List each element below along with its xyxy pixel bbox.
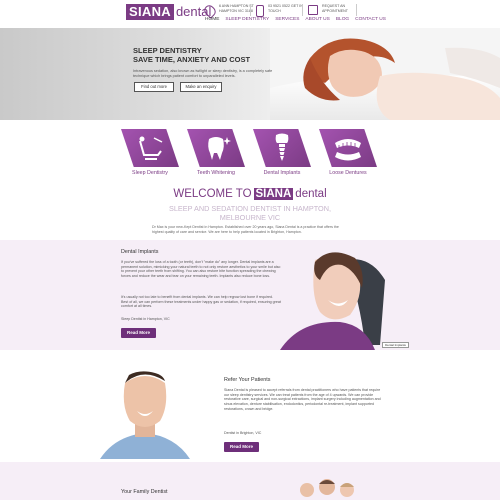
main-nav: HOME SLEEP DENTISTRY SERVICES ABOUT US B…	[205, 17, 386, 22]
nav-blog[interactable]: BLOG	[336, 17, 349, 22]
nav-sleep-dentistry[interactable]: SLEEP DENTISTRY	[225, 17, 269, 22]
appointment-info[interactable]: REQUEST AN APPOINTMENT	[308, 4, 360, 15]
nav-home[interactable]: HOME	[205, 17, 219, 22]
refer-heading: Refer Your Patients	[224, 377, 271, 383]
refer-body: Siana Dental is pleased to accept referr…	[224, 388, 381, 411]
service-label: Loose Dentures	[329, 170, 367, 176]
welcome-title-box: SIANA	[253, 188, 294, 200]
site-logo[interactable]: SIANA dental	[126, 4, 211, 20]
logo-box: SIANA	[126, 4, 174, 20]
find-out-more-button[interactable]: Find out more	[134, 82, 174, 92]
service-loose-dentures[interactable]: Loose Dentures	[318, 129, 378, 176]
dental-chair-icon	[139, 136, 163, 160]
welcome-title-rest: dental	[295, 188, 327, 200]
implants-heading: Dental Implants	[121, 249, 159, 255]
refer-location: Dentist in Brighton, VIC	[224, 431, 262, 435]
implants-body-1: If you've suffered the loss of a tooth (…	[121, 260, 281, 279]
nav-about-us[interactable]: ABOUT US	[305, 17, 329, 22]
hero-title-line1: SLEEP DENTISTRY	[133, 46, 202, 55]
implant-icon	[275, 133, 289, 161]
implants-body-2: It's usually not too late to benefit fro…	[121, 295, 281, 309]
smiling-woman-image	[280, 252, 385, 350]
welcome-section: WELCOME TO SIANA dental SLEEP AND SEDATI…	[0, 184, 500, 239]
make-enquiry-button[interactable]: Make an enquiry	[180, 82, 222, 92]
hero-banner: SLEEP DENTISTRY SAVE TIME, ANXIETY AND C…	[0, 28, 500, 120]
hero-title-line2: SAVE TIME, ANXIETY AND COST	[133, 55, 251, 64]
phone-icon	[256, 5, 264, 17]
service-tile	[187, 129, 245, 167]
implants-section: Dental Implants If you've suffered the l…	[0, 240, 500, 350]
welcome-title-prefix: WELCOME TO	[173, 188, 252, 200]
service-tile	[319, 129, 377, 167]
service-label: Dental Implants	[263, 170, 301, 176]
services-row: Sleep Dentistry Teeth Whitening Dental I…	[0, 120, 500, 182]
site-header: SIANA dental 6 ANN HAMPTON ST HAMPTON VI…	[0, 0, 500, 28]
calendar-icon	[308, 5, 318, 15]
service-tile	[253, 129, 311, 167]
family-section: Your Family Dentist	[0, 462, 500, 500]
welcome-body: Dr Max is your new-Kept Dentist in Hampt…	[152, 225, 339, 234]
service-teeth-whitening[interactable]: Teeth Whitening	[186, 129, 246, 176]
header-divider	[356, 4, 357, 16]
sparkling-tooth-icon	[208, 137, 231, 160]
implants-read-more-button[interactable]: Read More	[121, 328, 156, 338]
dentures-icon	[335, 139, 361, 161]
family-image	[300, 479, 354, 497]
nav-services[interactable]: SERVICES	[275, 17, 299, 22]
service-label: Teeth Whitening	[197, 170, 235, 176]
hero-title: SLEEP DENTISTRY SAVE TIME, ANXIETY AND C…	[133, 46, 283, 64]
phone-text: 03 9521 0522 GET IN TOUCH	[268, 4, 303, 13]
dental-implants-tag: Dental Implants	[382, 342, 409, 348]
welcome-subtitle: SLEEP AND SEDATION DENTIST IN HAMPTON, M…	[168, 204, 332, 222]
address-text: 6 ANN HAMPTON ST HAMPTON VIC 3188	[219, 4, 254, 13]
header-divider	[250, 4, 251, 16]
refer-section: Refer Your Patients Siana Dental is plea…	[0, 351, 500, 461]
service-label: Sleep Dentistry	[132, 170, 168, 176]
sleeping-woman-image	[270, 28, 500, 120]
refer-read-more-button[interactable]: Read More	[224, 442, 259, 452]
service-sleep-dentistry[interactable]: Sleep Dentistry	[120, 129, 180, 176]
welcome-title: WELCOME TO SIANA dental	[0, 188, 500, 200]
family-heading: Your Family Dentist	[121, 489, 168, 495]
implants-location: Sleep Dentist in Hampton, VIC	[121, 317, 170, 321]
appointment-text: REQUEST AN APPOINTMENT	[322, 4, 348, 13]
nav-contact-us[interactable]: CONTACT US	[355, 17, 386, 22]
service-dental-implants[interactable]: Dental Implants	[252, 129, 312, 176]
smiling-man-image	[100, 371, 190, 459]
header-divider	[302, 4, 303, 16]
hero-body: Intravenous sedation, also known as twil…	[133, 69, 273, 78]
phone-info[interactable]: 03 9521 0522 GET IN TOUCH	[256, 4, 306, 17]
service-tile	[121, 129, 179, 167]
